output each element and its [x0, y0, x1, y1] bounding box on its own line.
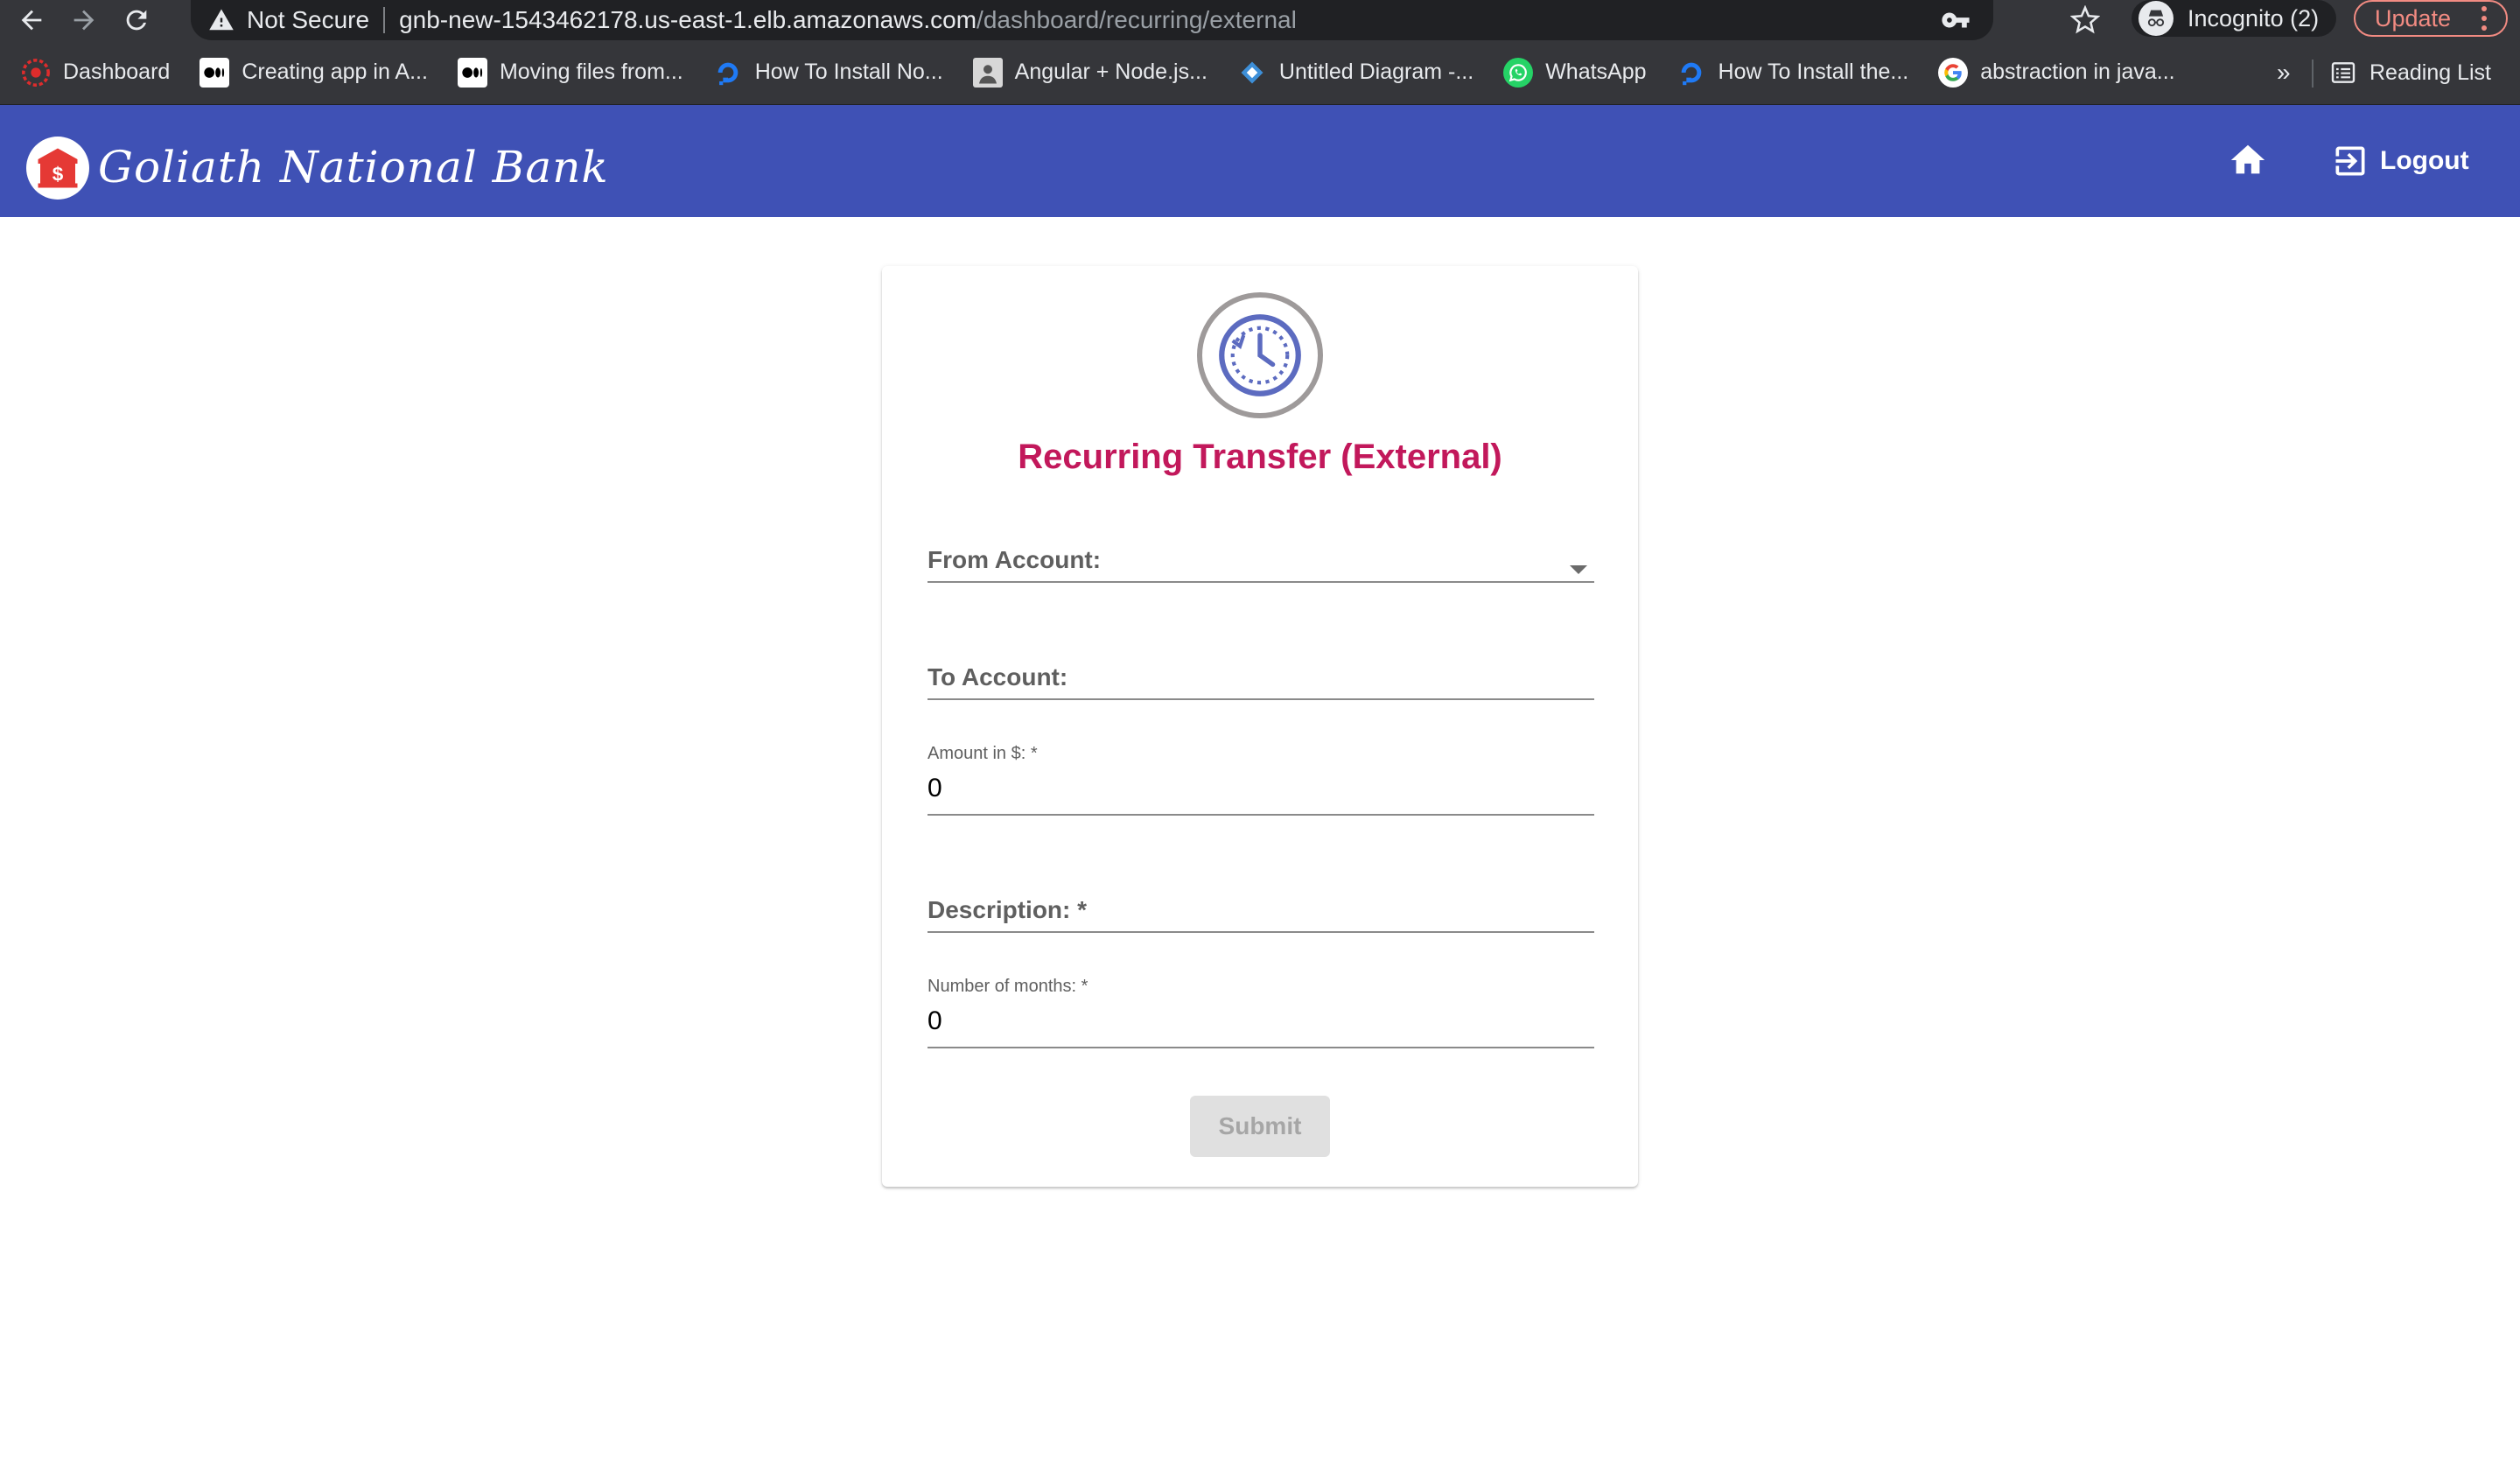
- form-title: Recurring Transfer (External): [1018, 438, 1502, 476]
- home-icon: [2230, 144, 2265, 174]
- browser-toolbar: Not Secure gnb-new-1543462178.us-east-1.…: [0, 0, 2520, 40]
- amount-label: Amount in $: *: [928, 744, 1038, 763]
- bookmark-item[interactable]: Dashboard: [21, 40, 170, 105]
- app-header: $ Goliath National Bank Logout: [0, 105, 2520, 217]
- field-underline: [928, 931, 1594, 933]
- bookmark-item[interactable]: Angular + Node.js...: [972, 40, 1208, 105]
- forward-button[interactable]: [63, 0, 105, 40]
- star-icon[interactable]: [2070, 5, 2100, 35]
- months-input[interactable]: Number of months: * 0: [928, 977, 1594, 1048]
- reading-list-icon: [2331, 62, 2356, 83]
- bookmarks-bar: Dashboard Creating app in A... Moving fi…: [0, 40, 2520, 105]
- brand-name[interactable]: Goliath National Bank: [98, 142, 609, 193]
- bookmark-item[interactable]: WhatsApp: [1503, 40, 1647, 105]
- reload-button[interactable]: [116, 0, 158, 40]
- url-host: gnb-new-1543462178.us-east-1.elb.amazona…: [399, 6, 977, 33]
- to-account-input[interactable]: To Account:: [928, 658, 1594, 700]
- url-path: /dashboard/recurring/external: [976, 6, 1297, 33]
- key-icon[interactable]: [1941, 5, 1970, 35]
- security-status[interactable]: Not Secure: [247, 6, 369, 34]
- bookmark-item[interactable]: How To Install No...: [713, 40, 943, 105]
- update-button[interactable]: Update: [2354, 0, 2508, 37]
- amount-input[interactable]: Amount in $: * 0: [928, 744, 1594, 816]
- field-underline: [928, 581, 1594, 583]
- to-account-label: To Account:: [928, 663, 1068, 690]
- back-button[interactable]: [10, 0, 52, 40]
- field-underline: [928, 814, 1594, 816]
- amount-value: 0: [928, 774, 942, 803]
- arrow-right-icon: [74, 10, 94, 31]
- angular-icon: [21, 58, 51, 88]
- google-icon: [1938, 57, 1969, 88]
- dropdown-arrow-icon: [1570, 565, 1587, 574]
- recurring-transfer-card: Recurring Transfer (External) From Accou…: [882, 266, 1638, 1187]
- reload-icon: [126, 10, 147, 31]
- bookmark-item[interactable]: abstraction in java...: [1938, 40, 2175, 105]
- warning-icon: [209, 9, 234, 31]
- arrow-left-icon: [21, 10, 42, 31]
- logout-icon: [2335, 146, 2365, 176]
- home-button[interactable]: [2228, 140, 2268, 180]
- submit-button[interactable]: Submit: [1190, 1096, 1330, 1157]
- update-label: Update: [2375, 4, 2452, 32]
- bank-logo-icon[interactable]: $: [26, 137, 89, 200]
- reading-list-label: Reading List: [2370, 60, 2491, 85]
- bookmarks-divider: [2312, 60, 2314, 88]
- profile-label: Incognito (2): [2188, 4, 2320, 32]
- field-underline: [928, 698, 1594, 700]
- avatar-icon: [972, 57, 1003, 88]
- bookmark-item[interactable]: Moving files from...: [457, 40, 683, 105]
- medium-icon: [200, 57, 230, 88]
- from-account-select[interactable]: From Account:: [928, 543, 1594, 583]
- bookmark-item[interactable]: How To Install the...: [1676, 40, 1908, 105]
- omnibox-divider: [383, 7, 386, 33]
- more-vert-icon: [2482, 6, 2488, 31]
- reading-list-button[interactable]: Reading List: [2329, 40, 2491, 105]
- digitalocean-icon: [713, 58, 743, 88]
- months-label: Number of months: *: [928, 977, 1088, 996]
- from-account-label: From Account:: [928, 546, 1102, 573]
- incognito-icon: [2138, 1, 2174, 36]
- incognito-profile[interactable]: Incognito (2): [2132, 0, 2337, 37]
- logout-button[interactable]: Logout: [2331, 142, 2469, 180]
- description-input[interactable]: Description: *: [928, 891, 1594, 933]
- bookmark-item[interactable]: Creating app in A...: [200, 40, 428, 105]
- address-bar[interactable]: Not Secure gnb-new-1543462178.us-east-1.…: [191, 0, 1993, 40]
- recurring-clock-icon: [1197, 292, 1323, 418]
- medium-icon: [457, 57, 487, 88]
- more-bookmarks-button[interactable]: »: [2277, 40, 2291, 105]
- bookmark-item[interactable]: Untitled Diagram -...: [1237, 40, 1474, 105]
- digitalocean-icon: [1676, 58, 1706, 88]
- logout-label: Logout: [2380, 146, 2469, 175]
- svg-text:$: $: [52, 164, 64, 186]
- months-value: 0: [928, 1006, 942, 1035]
- field-underline: [928, 1047, 1594, 1048]
- drawio-icon: [1237, 58, 1267, 88]
- whatsapp-icon: [1503, 57, 1534, 88]
- description-label: Description: *: [928, 896, 1088, 923]
